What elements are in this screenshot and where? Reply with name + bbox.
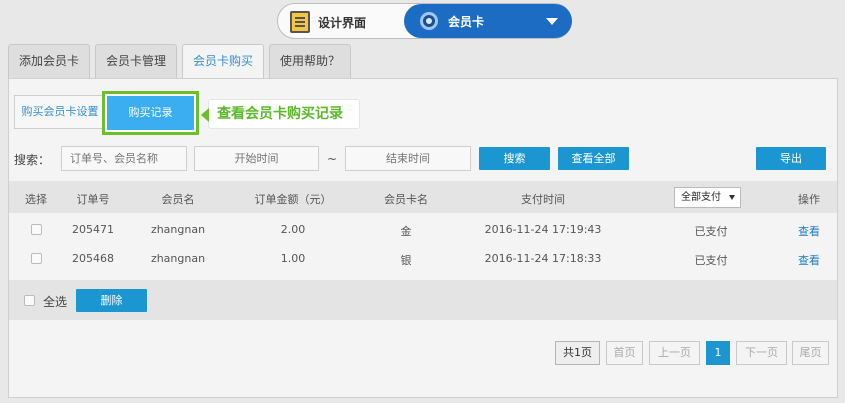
card-name: 银 [400,254,412,267]
payment-status: 已支付 [694,254,728,267]
search-button[interactable]: 搜索 [479,147,550,170]
main-panel: 购买会员卡设置 购买记录 查看会员卡购买记录 搜索： ~ 搜索 查看全部 导出 … [8,78,838,398]
design-mode-button[interactable]: 设计界面 [290,10,366,34]
chevron-down-icon [729,195,735,200]
payment-time: 2016-11-24 17:19:43 [484,223,602,236]
subtab-highlight-frame: 购买记录 [102,91,199,135]
column-header-time: 支付时间 [521,193,565,206]
select-all-checkbox[interactable] [24,295,35,306]
page-total: 共1页 [555,341,600,365]
date-range-separator: ~ [327,152,338,166]
table-header: 选择 订单号 会员名 订单金额（元） 会员卡名 支付时间 全部支付 操作 [9,181,837,213]
view-all-button[interactable]: 查看全部 [558,147,629,170]
search-label: 搜索： [14,153,51,167]
column-header-card: 会员卡名 [384,193,428,206]
delete-button[interactable]: 删除 [76,289,147,312]
order-amount: 2.00 [280,223,306,236]
select-all-label: 全选 [43,295,68,309]
member-name: zhangnan [150,252,206,265]
gear-icon [420,12,438,30]
first-page-button[interactable]: 首页 [606,341,643,365]
tab-member-card-purchase[interactable]: 会员卡购买 [182,44,265,79]
table-row: 205471 zhangnan 2.00 金 2016-11-24 17:19:… [9,215,837,245]
order-search-input[interactable] [61,146,187,171]
next-page-button[interactable]: 下一页 [736,341,787,365]
payment-status-filter-value: 全部支付 [681,192,721,203]
table-row: 205468 zhangnan 1.00 银 2016-11-24 17:18:… [9,244,837,274]
subtab-purchase-settings[interactable]: 购买会员卡设置 [14,95,106,129]
member-name: zhangnan [150,223,206,236]
view-link[interactable]: 查看 [798,223,820,239]
last-page-button[interactable]: 尾页 [792,341,829,365]
tab-member-card-management[interactable]: 会员卡管理 [95,44,178,78]
export-button[interactable]: 导出 [756,147,826,170]
column-header-amount: 订单金额（元） [254,193,332,206]
column-header-action: 操作 [798,193,820,206]
row-checkbox[interactable] [31,253,42,264]
prev-page-button[interactable]: 上一页 [649,341,700,365]
payment-status: 已支付 [694,225,728,238]
row-checkbox[interactable] [31,224,42,235]
order-number: 205468 [72,252,114,265]
subtab-purchase-records[interactable]: 购买记录 [107,96,194,130]
bulk-action-bar: 全选 删除 [9,280,837,320]
card-name: 金 [400,225,412,238]
payment-time: 2016-11-24 17:18:33 [484,252,602,265]
end-time-input[interactable] [345,146,471,171]
main-tabs: 添加会员卡 会员卡管理 会员卡购买 使用帮助？ [8,44,356,79]
order-amount: 1.00 [280,252,306,265]
column-header-order: 订单号 [76,193,110,206]
start-time-input[interactable] [194,146,319,171]
caret-down-icon[interactable] [546,18,558,25]
current-page-button[interactable]: 1 [706,341,730,365]
view-link[interactable]: 查看 [798,252,820,268]
order-number: 205471 [72,223,114,236]
column-header-member: 会员名 [161,193,195,206]
payment-status-filter[interactable]: 全部支付 [674,187,741,208]
callout-tooltip: 查看会员卡购买记录 [201,99,360,129]
member-card-mode-label: 会员卡 [448,14,485,29]
tab-help[interactable]: 使用帮助？ [269,44,352,78]
design-mode-label: 设计界面 [318,15,367,30]
column-header-select: 选择 [25,193,47,206]
tab-add-member-card[interactable]: 添加会员卡 [8,44,91,78]
mode-switcher: 设计界面 会员卡 [277,3,572,39]
member-card-mode-button[interactable]: 会员卡 [404,4,572,38]
document-icon [290,11,310,33]
